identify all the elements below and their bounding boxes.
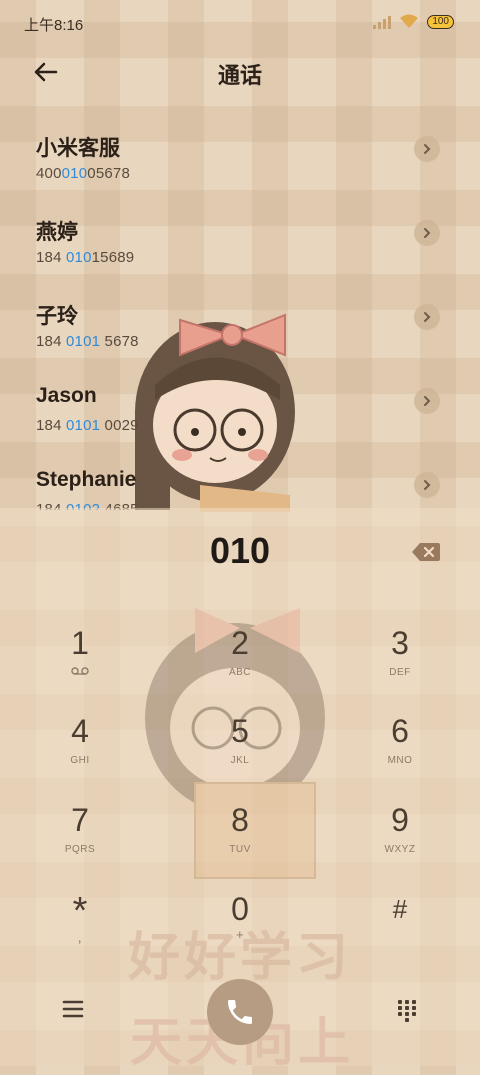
contact-detail-button[interactable]	[414, 472, 440, 498]
battery-indicator: 100	[427, 14, 454, 29]
key-7[interactable]: 7 PQRS	[25, 802, 135, 874]
key-8[interactable]: 8 TUV	[185, 802, 295, 874]
contact-number: 40001005678	[36, 165, 130, 182]
contact-number: 184 0101 0029	[36, 417, 139, 434]
dialpad-toggle-button[interactable]	[394, 997, 420, 1023]
contact-name: 子玲	[36, 305, 78, 328]
contact-row[interactable]: 燕婷 184 01015689	[0, 204, 480, 288]
contact-row[interactable]: Stephanie 184 0102 4685	[0, 456, 480, 510]
status-bar: 上午8:16 100	[0, 0, 480, 46]
key-1[interactable]: 1	[25, 625, 135, 697]
signal-icon	[373, 15, 392, 29]
backspace-button[interactable]	[411, 541, 441, 563]
phone-icon	[228, 1000, 252, 1024]
voicemail-icon	[71, 667, 89, 675]
menu-button[interactable]	[60, 998, 86, 1020]
key-6[interactable]: 6 MNO	[345, 713, 455, 785]
key-hash[interactable]: #	[345, 891, 455, 963]
backspace-icon	[412, 543, 440, 561]
key-star[interactable]: * ,	[25, 892, 135, 965]
contact-name: Stephanie	[36, 468, 137, 491]
contact-number: 184 01015689	[36, 249, 135, 266]
contact-row[interactable]: Jason 184 0101 0029	[0, 372, 480, 456]
key-9[interactable]: 9 WXYZ	[345, 802, 455, 874]
status-icons: 100	[373, 14, 454, 29]
contact-detail-button[interactable]	[414, 136, 440, 162]
menu-icon	[62, 1000, 84, 1018]
contact-name: 小米客服	[36, 137, 120, 160]
contact-results-list: 小米客服 40001005678 燕婷 184 01015689 子玲 184 …	[0, 120, 480, 510]
chevron-right-icon	[424, 480, 431, 490]
chevron-right-icon	[424, 396, 431, 406]
app-header: 通话	[0, 50, 480, 94]
dialed-number-display: 010	[209, 530, 271, 571]
dialpad-icon	[398, 1000, 416, 1022]
key-0[interactable]: 0 +	[185, 891, 295, 963]
contact-detail-button[interactable]	[414, 304, 440, 330]
key-3[interactable]: 3 DEF	[345, 625, 455, 697]
key-5[interactable]: 5 JKL	[185, 713, 295, 785]
contact-number: 184 0101 5678	[36, 333, 139, 350]
call-button[interactable]	[207, 979, 273, 1045]
wifi-icon	[400, 14, 419, 28]
chevron-right-icon	[424, 228, 431, 238]
chevron-right-icon	[424, 312, 431, 322]
key-2[interactable]: 2 ABC	[185, 625, 295, 697]
key-4[interactable]: 4 GHI	[25, 713, 135, 785]
chevron-right-icon	[424, 144, 431, 154]
contact-row[interactable]: 小米客服 40001005678	[0, 120, 480, 204]
status-time: 上午8:16	[24, 17, 84, 34]
contact-detail-button[interactable]	[414, 388, 440, 414]
page-title: 通话	[217, 63, 262, 88]
contact-name: Jason	[36, 384, 97, 407]
contact-row[interactable]: 子玲 184 0101 5678	[0, 288, 480, 372]
contact-name: 燕婷	[36, 221, 78, 244]
contact-detail-button[interactable]	[414, 220, 440, 246]
